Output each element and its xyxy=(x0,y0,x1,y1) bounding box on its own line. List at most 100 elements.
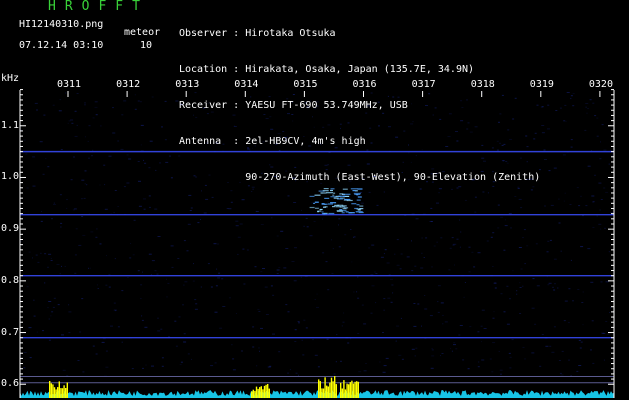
spectrum-peak xyxy=(260,386,262,398)
echo-streak xyxy=(352,190,356,192)
x-tick-label: 0318 xyxy=(470,79,495,90)
spectrum-peak xyxy=(60,388,62,398)
echo-streak xyxy=(357,196,362,198)
echo-streak xyxy=(351,203,357,205)
echo-streak xyxy=(330,202,337,204)
echo-streak xyxy=(356,199,361,201)
axes xyxy=(19,89,615,398)
echo-streak xyxy=(359,205,364,207)
y-tick-label: 1.1 xyxy=(1,119,20,131)
spectrum-peak xyxy=(321,388,323,398)
x-tick-label: 0320 xyxy=(588,79,613,90)
spectrum-peak xyxy=(263,385,266,398)
echo-streak xyxy=(328,212,335,215)
echo-streak xyxy=(313,202,316,204)
echo-streak xyxy=(332,194,335,196)
spectrum-peak xyxy=(348,384,350,398)
spectrum-peak xyxy=(357,381,359,398)
x-tick-label: 0312 xyxy=(116,79,141,90)
echo-streak xyxy=(330,188,335,190)
echo-streak xyxy=(319,208,323,211)
echo-streak xyxy=(339,209,343,211)
spectrum-peak xyxy=(352,383,355,398)
echo-streak xyxy=(333,197,339,199)
echo-streak xyxy=(314,207,319,209)
spectrum-peak xyxy=(265,384,267,398)
x-tick-label: 0314 xyxy=(234,79,259,90)
echo-streak xyxy=(321,211,324,213)
spectrum-peak xyxy=(58,381,60,398)
echo-streak xyxy=(328,203,333,205)
spectrum-peak xyxy=(50,383,52,398)
echo-streak xyxy=(333,192,336,194)
echo-streak xyxy=(322,190,329,192)
echo-streak xyxy=(342,188,348,190)
spectrum-peak xyxy=(252,389,254,398)
echo-streak xyxy=(314,201,319,203)
spectrum-peak xyxy=(63,385,65,398)
spectrum-peak xyxy=(326,385,328,398)
y-tick-label: 0.9 xyxy=(1,223,20,235)
echo-streak xyxy=(323,188,329,190)
bottom-spectrum xyxy=(20,376,614,398)
echo-streak xyxy=(330,189,333,192)
spectrum-peak xyxy=(66,382,68,398)
spectrum-peak xyxy=(329,382,331,398)
spectrum-peak xyxy=(332,381,334,398)
x-tick-label: 0313 xyxy=(175,79,200,90)
spectrum-peak xyxy=(344,389,347,398)
echo-streak xyxy=(343,193,351,195)
echo-streak xyxy=(354,193,361,195)
echo-streak xyxy=(330,196,337,198)
spectrum-peak xyxy=(267,384,269,398)
spectrum-peak xyxy=(61,388,64,398)
echo-streak xyxy=(345,211,349,213)
meteor-echo xyxy=(309,188,364,215)
spectrum-peak xyxy=(57,387,59,398)
echo-streak xyxy=(324,197,330,199)
x-tick-label: 0316 xyxy=(352,79,377,90)
spectrum-peak xyxy=(259,387,261,398)
echo-streak xyxy=(309,206,315,209)
spectrum-peak xyxy=(268,388,270,398)
spectrum-peak xyxy=(343,380,345,398)
echo-streak xyxy=(338,195,346,197)
spectrum-peak xyxy=(55,389,57,398)
x-tick-label: 0317 xyxy=(411,79,436,90)
echo-streak xyxy=(348,212,353,214)
spectrum-peak xyxy=(254,390,256,398)
spectrum-peak xyxy=(324,377,326,398)
noise-layer xyxy=(20,92,614,377)
echo-streak xyxy=(341,212,345,214)
echo-streak xyxy=(323,203,328,205)
echo-streak xyxy=(334,204,340,206)
echo-streak xyxy=(358,211,364,214)
echo-streak xyxy=(323,206,326,208)
echo-streak xyxy=(326,192,334,194)
spectrum-peak xyxy=(65,388,67,398)
spectrum-peak xyxy=(322,388,325,398)
spectrum-peak xyxy=(346,383,348,398)
spectrum-peak xyxy=(341,388,343,398)
spectrum-trace xyxy=(20,390,614,398)
echo-streak xyxy=(350,188,358,190)
y-tick-label: 0.7 xyxy=(1,326,20,338)
echo-streak xyxy=(332,206,335,208)
spectrum-peak xyxy=(349,382,351,398)
echo-streak xyxy=(357,188,363,190)
spectrum-peak xyxy=(319,381,321,398)
spectrum-peak xyxy=(49,381,51,398)
echo-streak xyxy=(339,193,344,195)
x-tick-label: 0315 xyxy=(293,79,318,90)
spectrum-peak xyxy=(330,377,333,398)
spectrum-peak xyxy=(53,387,56,398)
echo-streak xyxy=(317,210,322,212)
echo-streak xyxy=(356,204,360,206)
spectrum-peak xyxy=(327,386,329,398)
spectrogram-plot xyxy=(19,89,615,398)
horizontal-lines xyxy=(20,150,614,384)
spectrum-peak xyxy=(340,382,342,398)
x-tick-label: 0311 xyxy=(57,79,82,90)
spectrum-peak xyxy=(334,376,336,398)
echo-streak xyxy=(359,208,364,210)
